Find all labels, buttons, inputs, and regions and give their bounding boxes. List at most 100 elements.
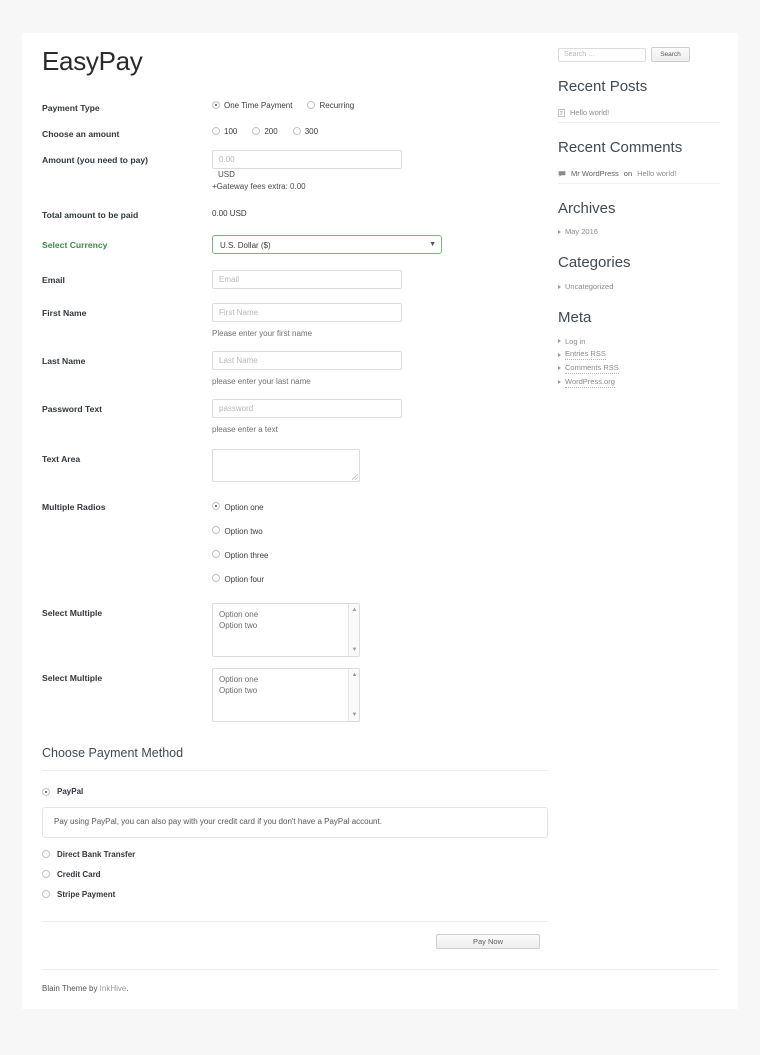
- list-item[interactable]: Option two: [219, 685, 359, 696]
- list-item[interactable]: WordPress.org: [558, 375, 720, 389]
- password-text-input[interactable]: [212, 399, 402, 419]
- first-name-input[interactable]: [212, 302, 402, 322]
- caret-right-icon: [558, 229, 561, 234]
- text-area-input[interactable]: [212, 449, 360, 483]
- recent-posts-list: Hello world!: [558, 104, 720, 123]
- radio-label: Option three: [224, 551, 269, 561]
- widget-title: Meta: [558, 309, 592, 326]
- radio-amount-100[interactable]: 100: [212, 127, 237, 136]
- radio-amount-200[interactable]: 200: [252, 127, 278, 136]
- widget-meta: Meta Log in Entries RSS Comments RSS Wor…: [558, 309, 720, 389]
- radio-icon[interactable]: [212, 101, 220, 110]
- scroll-down-icon[interactable]: ▼: [349, 710, 359, 720]
- footer-theme-link[interactable]: InkHive: [100, 984, 127, 993]
- list-item[interactable]: Comments RSS: [558, 362, 720, 376]
- password-text-help: please enter a text: [212, 425, 278, 435]
- list-item[interactable]: Option one: [219, 674, 359, 685]
- radio-option-recurring[interactable]: Recurring: [307, 101, 354, 110]
- easypay-form: Payment Type One Time Payment Recurring: [42, 98, 548, 949]
- comment-post-link[interactable]: Hello world!: [637, 169, 676, 179]
- radio-icon[interactable]: [42, 850, 50, 859]
- amount-input[interactable]: [212, 149, 402, 169]
- list-item[interactable]: Option one: [219, 609, 359, 620]
- radio-icon[interactable]: [212, 127, 220, 136]
- amount-label: Amount (you need to pay): [42, 154, 148, 165]
- caret-right-icon: [558, 366, 561, 371]
- field-multiple-radios: Multiple Radios Option one Option two Op…: [42, 497, 542, 593]
- site-container: EasyPay Payment Type One Time Payment Re…: [22, 33, 738, 1009]
- scroll-up-icon[interactable]: ▲: [349, 670, 359, 680]
- meta-link-log-in[interactable]: Log in: [565, 337, 585, 347]
- scroll-up-icon[interactable]: ▲: [349, 605, 359, 615]
- radio-label: One Time Payment: [224, 100, 293, 110]
- scroll-down-icon[interactable]: ▼: [349, 645, 359, 655]
- radio-icon[interactable]: [212, 574, 220, 583]
- caret-right-icon: [558, 284, 561, 289]
- footer-text-prefix: Blain Theme by: [42, 983, 100, 993]
- select-multiple-2-listbox[interactable]: Option one Option two ▲ ▼: [212, 668, 360, 723]
- sidebar: Search Recent Posts: [542, 33, 720, 389]
- archive-link[interactable]: May 2016: [565, 227, 598, 237]
- radio-option-three[interactable]: Option three: [212, 545, 542, 563]
- meta-link-comments-rss[interactable]: Comments RSS: [565, 363, 619, 374]
- email-input[interactable]: [212, 269, 402, 289]
- payment-method-label: PayPal: [57, 787, 84, 797]
- last-name-label: Last Name: [42, 355, 86, 366]
- field-last-name: Last Name please enter your last name: [42, 350, 542, 387]
- list-item[interactable]: Option two: [219, 620, 359, 631]
- pay-now-button[interactable]: Pay Now: [436, 933, 540, 949]
- password-text-label: Password Text: [42, 404, 103, 415]
- caret-right-icon: [558, 352, 561, 357]
- list-item[interactable]: Entries RSS: [558, 348, 720, 362]
- gateway-fee-note: +Gateway fees extra: 0.00: [212, 181, 306, 191]
- radio-icon[interactable]: [307, 101, 316, 110]
- post-page-icon: [558, 109, 565, 117]
- list-item[interactable]: Hello world!: [558, 104, 720, 123]
- amount-notes: USD +Gateway fees extra: 0.00: [212, 169, 542, 193]
- radio-icon[interactable]: [42, 890, 50, 899]
- chevron-down-icon[interactable]: ▼: [429, 241, 436, 248]
- radio-icon[interactable]: [42, 870, 50, 879]
- radio-option-one-time[interactable]: One Time Payment: [212, 101, 292, 110]
- payment-method-stripe-payment[interactable]: Stripe Payment: [42, 890, 548, 899]
- last-name-input[interactable]: [212, 350, 402, 370]
- radio-icon[interactable]: [212, 526, 220, 535]
- payment-method-paypal[interactable]: PayPal: [42, 787, 548, 796]
- radio-icon[interactable]: [212, 550, 220, 559]
- radio-option-one[interactable]: Option one: [212, 497, 542, 515]
- payment-method-label: Direct Bank Transfer: [57, 849, 136, 859]
- payment-method-direct-bank-transfer[interactable]: Direct Bank Transfer: [42, 850, 548, 859]
- list-item[interactable]: Log in: [558, 335, 720, 348]
- search-input[interactable]: [558, 47, 646, 62]
- radio-icon[interactable]: [252, 127, 261, 136]
- paypal-description: Pay using PayPal, you can also pay with …: [42, 807, 548, 838]
- multiple-radios-label: Multiple Radios: [42, 502, 106, 513]
- list-item[interactable]: Mr WordPress on Hello world!: [558, 165, 720, 184]
- post-link[interactable]: Hello world!: [570, 108, 609, 118]
- comment-author[interactable]: Mr WordPress: [571, 169, 619, 179]
- listbox-scrollbar[interactable]: ▲ ▼: [348, 669, 359, 722]
- site-footer: Blain Theme by InkHive.: [42, 968, 718, 1009]
- list-item[interactable]: May 2016: [558, 226, 720, 239]
- listbox-scrollbar[interactable]: ▲ ▼: [348, 604, 359, 657]
- select-multiple-1-listbox[interactable]: Option one Option two ▲ ▼: [212, 603, 360, 658]
- radio-option-two[interactable]: Option two: [212, 521, 542, 539]
- meta-link-entries-rss[interactable]: Entries RSS: [565, 349, 606, 360]
- category-link[interactable]: Uncategorized: [565, 282, 613, 292]
- radio-amount-300[interactable]: 300: [292, 127, 318, 136]
- radio-icon[interactable]: [212, 502, 220, 511]
- select-multiple-2-label: Select Multiple: [42, 673, 103, 684]
- field-payment-type: Payment Type One Time Payment Recurring: [42, 98, 542, 114]
- field-total-amount: Total amount to be paid 0.00 USD: [42, 205, 542, 221]
- payment-method-credit-card[interactable]: Credit Card: [42, 870, 548, 879]
- search-button[interactable]: Search: [651, 47, 690, 62]
- radio-icon[interactable]: [292, 127, 301, 136]
- currency-select[interactable]: U.S. Dollar ($): [212, 234, 442, 254]
- caret-right-icon: [558, 380, 561, 385]
- meta-link-wordpress-org[interactable]: WordPress.org: [565, 377, 615, 388]
- radio-option-four[interactable]: Option four: [212, 569, 542, 587]
- field-email: Email: [42, 269, 542, 289]
- radio-icon[interactable]: [42, 787, 50, 796]
- multiple-radios-group: Option one Option two Option three Optio…: [212, 497, 542, 587]
- list-item[interactable]: Uncategorized: [558, 280, 720, 293]
